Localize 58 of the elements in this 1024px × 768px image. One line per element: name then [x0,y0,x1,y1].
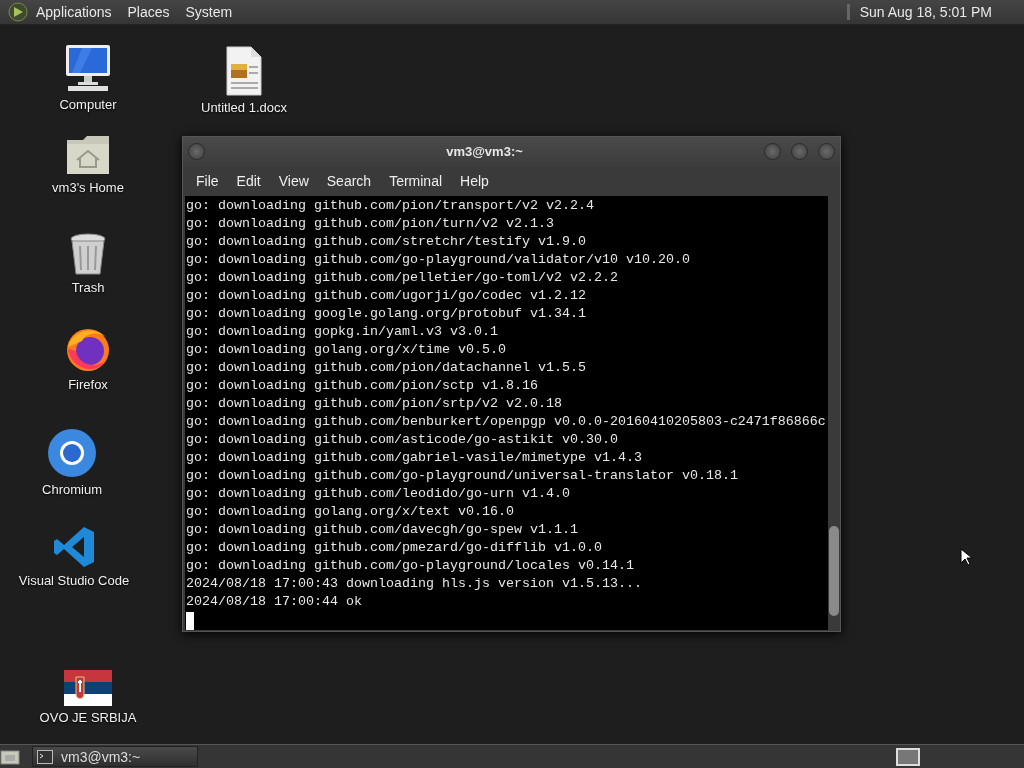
icon-label[interactable]: Trash [69,280,107,295]
terminal-line: go: downloading github.com/pion/srtp/v2 v2.0.18 [186,395,562,413]
terminal-line: go: downloading github.com/pmezard/go-difflib v1.0.0 [186,539,602,557]
panel-menu[interactable]: Applications [36,4,120,20]
browser-icon [47,428,97,478]
panel-menu[interactable]: Places [127,4,178,20]
window-menu-button[interactable] [188,143,205,160]
terminal-line: go: downloading github.com/pion/transport/v2 v2.2.4 [186,197,594,215]
terminal-line: go: downloading github.com/go-playground/validator/v10 v10.20.0 [186,251,690,269]
menu-item[interactable]: Edit [227,173,270,189]
menu-logo-icon[interactable] [8,2,28,22]
mouse-pointer-icon [960,548,973,566]
icon-label[interactable]: Visual Studio Code [16,573,132,588]
text-cursor [186,612,194,630]
icon-label[interactable]: vm3's Home [50,180,126,195]
terminal-line: go: downloading github.com/pion/turn/v2 v2.1.3 [186,215,554,233]
terminal-line: 2024/08/18 17:00:44 ok [186,593,362,611]
menu-item[interactable]: Search [317,173,381,189]
terminal-line: go: downloading github.com/gabriel-vasile/mimetype v1.4.3 [186,449,642,467]
terminal-line: go: downloading github.com/stretchr/testify v1.9.0 [186,233,586,251]
menu-item[interactable]: Terminal [380,173,452,189]
terminal-line: 2024/08/18 17:00:43 downloading hls.js version v1.5.13... [186,575,642,593]
terminal-line: go: downloading github.com/leodido/go-urn v1.4.0 [186,485,570,503]
terminal-line: go: downloading golang.org/x/text v0.16.0 [186,503,514,521]
minimize-button[interactable] [764,143,781,160]
icon-label[interactable]: Firefox [66,377,110,392]
window-title: vm3@vm3:~ [445,144,524,159]
icon-label[interactable]: Untitled 1.docx [199,100,289,115]
scrollbar[interactable] [828,196,840,630]
terminal-line: go: downloading github.com/pion/datachannel v1.5.5 [186,359,586,377]
terminal-line: go: downloading google.golang.org/protobuf v1.34.1 [186,305,586,323]
terminal-line: go: downloading github.com/ugorji/go/codec v1.2.12 [186,287,586,305]
scrollbar-thumb[interactable] [829,526,839,616]
terminal-line: go: downloading golang.org/x/time v0.5.0 [186,341,506,359]
menu-item[interactable]: View [269,173,318,189]
taskbar-button[interactable]: vm3@vm3:~ [32,746,198,767]
terminal-line: go: downloading github.com/go-playground/universal-translator v0.18.1 [186,467,738,485]
maximize-button[interactable] [791,143,808,160]
icon-label[interactable]: Chromium [40,482,104,497]
icon-label[interactable]: OVO JE SRBIJA [37,710,139,725]
workspace-switcher[interactable] [896,747,920,766]
terminal-line: go: downloading github.com/go-playground/locales v0.14.1 [186,557,634,575]
code-editor-icon [52,525,96,569]
terminal-line: go: downloading github.com/pion/sctp v1.8.16 [186,377,538,395]
terminal-line: go: downloading github.com/davecgh/go-spew v1.1.1 [186,521,578,539]
clock[interactable]: Sun Aug 18, 5:01 PM [859,4,992,20]
terminal-line: go: downloading gopkg.in/yaml.v3 v3.0.1 [186,323,498,341]
flag-icon [64,670,112,706]
terminal-line: go: downloading github.com/benburkert/openpgp v0.0.0-20160410205803-c2471f86866c [186,413,826,431]
terminal-line: go: downloading github.com/pelletier/go-toml/v2 v2.2.2 [186,269,618,287]
icon-label[interactable]: Computer [57,97,119,112]
terminal-icon [37,749,53,764]
menu-item[interactable]: File [187,173,228,189]
close-button[interactable] [818,143,835,160]
trash-icon [68,232,108,276]
panel-menu[interactable]: System [185,4,241,20]
menu-item[interactable]: Help [451,173,498,189]
terminal-line: go: downloading github.com/asticode/go-astikit v0.30.0 [186,431,618,449]
